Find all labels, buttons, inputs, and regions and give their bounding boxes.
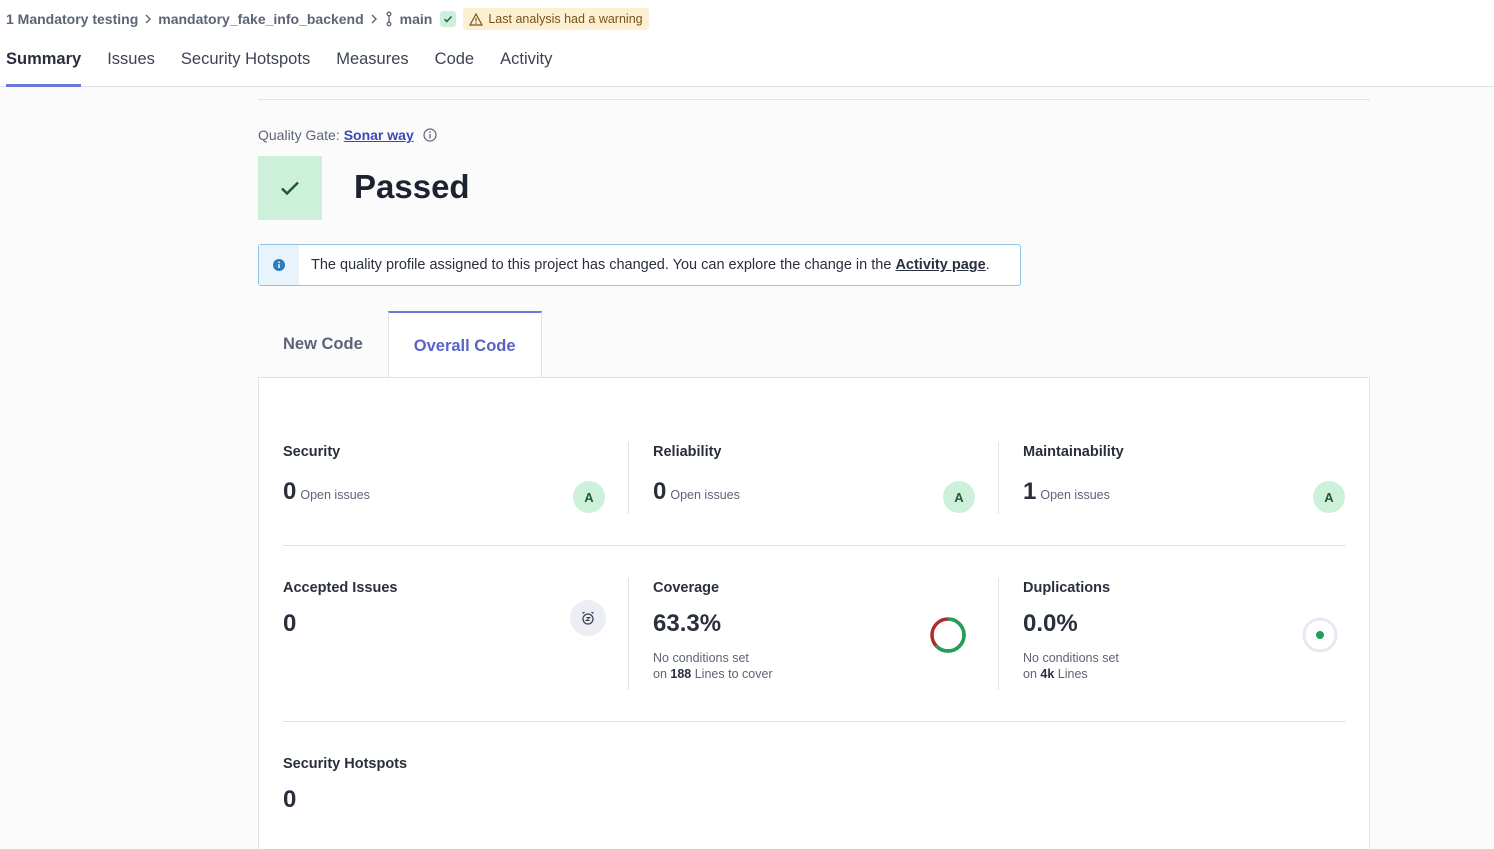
- quality-gate-caption: Quality Gate:: [258, 127, 340, 143]
- alarm-clock-icon: [570, 600, 606, 636]
- security-hotspots-value[interactable]: 0: [283, 786, 605, 814]
- coverage-value[interactable]: 63.3%: [653, 610, 975, 638]
- security-hotspots-title: Security Hotspots: [283, 756, 408, 772]
- security-grade: A: [573, 481, 605, 513]
- chevron-right-icon: [144, 14, 152, 24]
- coverage-lines: on 188 Lines to cover: [653, 666, 975, 682]
- coverage-donut-icon: [930, 617, 966, 653]
- maintainability-label: Open issues: [1040, 488, 1110, 502]
- maintainability-title: Maintainability: [1023, 444, 1124, 460]
- breadcrumb-project[interactable]: 1 Mandatory testing: [6, 11, 138, 27]
- divider: [258, 99, 1370, 100]
- branch-icon: [384, 11, 394, 27]
- nav-security-hotspots[interactable]: Security Hotspots: [181, 47, 310, 87]
- chevron-right-icon: [370, 14, 378, 24]
- quality-gate-link[interactable]: Sonar way: [344, 127, 414, 143]
- quality-gate-label: Quality Gate: Sonar way: [258, 127, 437, 143]
- breadcrumb-repo[interactable]: mandatory_fake_info_backend: [158, 11, 363, 27]
- warning-text: Last analysis had a warning: [488, 12, 643, 26]
- security-hotspots-card[interactable]: Security Hotspots 0: [283, 756, 605, 826]
- duplications-indicator-icon: [1302, 617, 1338, 653]
- duplications-value[interactable]: 0.0%: [1023, 610, 1345, 638]
- duplications-title: Duplications: [1023, 580, 1111, 596]
- warning-icon: [469, 12, 484, 26]
- reliability-grade: A: [943, 481, 975, 513]
- coverage-lines-count: 188: [670, 667, 692, 681]
- duplications-lines: on 4k Lines: [1023, 666, 1345, 682]
- divider: [628, 578, 629, 690]
- maintainability-card[interactable]: Maintainability 1 Open issues A: [1023, 444, 1345, 516]
- security-label: Open issues: [300, 488, 370, 502]
- duplications-lines-count: 4k: [1040, 667, 1055, 681]
- nav-issues[interactable]: Issues: [107, 47, 155, 87]
- info-icon[interactable]: [423, 128, 437, 142]
- coverage-title: Coverage: [653, 580, 720, 596]
- reliability-card[interactable]: Reliability 0 Open issues A: [653, 444, 975, 516]
- quality-gate-status: Passed: [354, 168, 470, 205]
- nav-activity[interactable]: Activity: [500, 47, 552, 87]
- maintainability-grade: A: [1313, 481, 1345, 513]
- alert-text: The quality profile assigned to this pro…: [311, 257, 892, 273]
- security-value[interactable]: 0: [283, 478, 296, 506]
- code-tabs: New Code Overall Code: [258, 311, 542, 379]
- coverage-conditions: No conditions set: [653, 651, 749, 665]
- metrics-panel: Security 0 Open issues A Reliability 0 O…: [258, 377, 1370, 849]
- info-icon: [259, 245, 299, 285]
- maintainability-value[interactable]: 1: [1023, 478, 1036, 506]
- alert-tail: .: [985, 257, 990, 273]
- duplications-lines-prefix: on: [1023, 667, 1037, 681]
- check-icon: [440, 11, 457, 27]
- nav-measures[interactable]: Measures: [336, 47, 408, 87]
- nav-code[interactable]: Code: [435, 47, 474, 87]
- nav-summary[interactable]: Summary: [6, 47, 82, 87]
- reliability-value[interactable]: 0: [653, 478, 666, 506]
- activity-page-link[interactable]: Activity page: [895, 257, 985, 273]
- warning-badge[interactable]: Last analysis had a warning: [463, 8, 649, 30]
- tab-overall-code[interactable]: Overall Code: [387, 311, 542, 379]
- top-bar: 1 Mandatory testing mandatory_fake_info_…: [0, 0, 1494, 87]
- security-title: Security: [283, 444, 341, 460]
- duplications-card[interactable]: Duplications 0.0% No conditions set on 4…: [1023, 580, 1345, 690]
- accepted-issues-card[interactable]: Accepted Issues 0: [283, 580, 606, 690]
- duplications-conditions: No conditions set: [1023, 651, 1119, 665]
- tab-new-code[interactable]: New Code: [258, 311, 388, 378]
- divider: [998, 442, 999, 514]
- divider: [283, 545, 1346, 546]
- info-alert: The quality profile assigned to this pro…: [258, 244, 1021, 286]
- duplications-lines-suffix: Lines: [1057, 667, 1088, 681]
- divider: [998, 578, 999, 690]
- branch-name[interactable]: main: [400, 11, 433, 27]
- passed-check-box: [258, 156, 322, 220]
- accepted-issues-value[interactable]: 0: [283, 610, 605, 638]
- alert-message: The quality profile assigned to this pro…: [311, 257, 990, 273]
- accepted-issues-title: Accepted Issues: [283, 580, 398, 596]
- divider: [283, 721, 1346, 722]
- coverage-card[interactable]: Coverage 63.3% No conditions set on 188 …: [653, 580, 975, 690]
- breadcrumb: 1 Mandatory testing mandatory_fake_info_…: [6, 8, 649, 30]
- coverage-lines-prefix: on: [653, 667, 667, 681]
- main-nav: Summary Issues Security Hotspots Measure…: [6, 47, 578, 87]
- security-card[interactable]: Security 0 Open issues A: [283, 444, 605, 516]
- reliability-title: Reliability: [653, 444, 722, 460]
- reliability-label: Open issues: [670, 488, 740, 502]
- divider: [628, 442, 629, 514]
- coverage-lines-suffix: Lines to cover: [694, 667, 773, 681]
- check-icon: [281, 181, 299, 196]
